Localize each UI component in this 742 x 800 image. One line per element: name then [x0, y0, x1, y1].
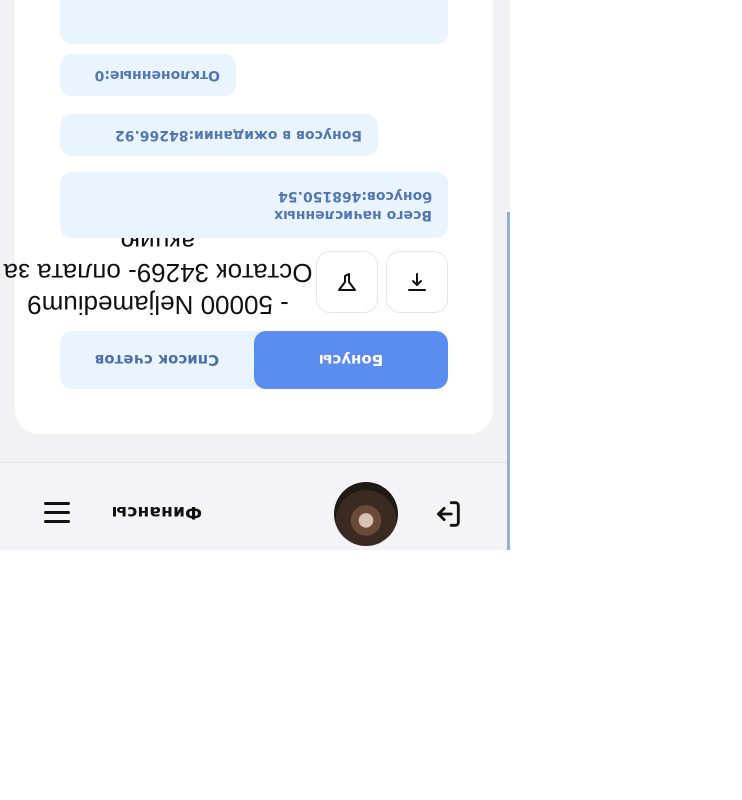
avatar[interactable]	[334, 482, 398, 546]
hamburger-menu-icon[interactable]	[40, 498, 70, 528]
tab-bonuses[interactable]: Бонусы	[254, 331, 448, 389]
filter-button[interactable]	[316, 251, 378, 313]
overlay-caption: - 50000 Neljamedium9 Остаток 34269- опла…	[3, 226, 313, 320]
top-bar: Финансы	[0, 462, 510, 550]
total-bonuses-label: Всего начисленных	[274, 206, 432, 223]
bottom-chip	[60, 0, 448, 44]
filter-icon	[338, 273, 356, 291]
screen: Финансы Бонусы Список счетов - 50000 Nel…	[0, 0, 742, 800]
page-title: Финансы	[111, 502, 202, 522]
pending-bonuses-chip: Бонусов в ожидании:84266.92	[60, 114, 378, 156]
app-window: Финансы Бонусы Список счетов - 50000 Nel…	[0, 0, 510, 550]
logout-icon	[437, 501, 460, 527]
finance-card: Бонусы Список счетов - 50000 Neljamedium…	[4, 0, 493, 434]
tab-bar: Бонусы Список счетов	[60, 331, 448, 389]
rejected-chip: Отклоненные:0	[60, 54, 236, 96]
logout-button[interactable]	[427, 494, 467, 534]
window-edge	[507, 212, 510, 550]
tab-accounts-list[interactable]: Список счетов	[60, 331, 254, 389]
total-bonuses-value: бонусов:468150.54	[278, 188, 432, 204]
upload-icon	[408, 273, 426, 291]
total-bonuses-chip: Всего начисленных бонусов:468150.54	[60, 172, 448, 238]
upload-button[interactable]	[386, 251, 448, 313]
